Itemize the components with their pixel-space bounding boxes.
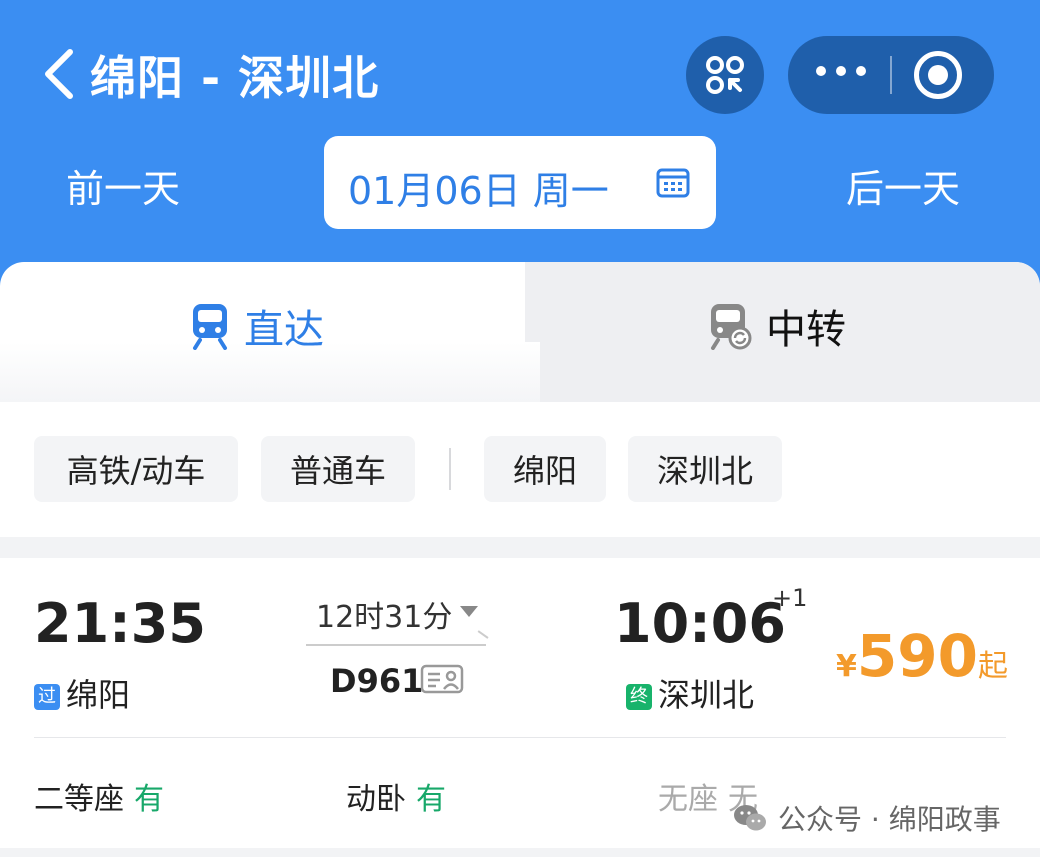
date-selector[interactable]: 01月06日 周一: [324, 136, 716, 229]
price-amount: 590: [856, 622, 978, 690]
tab-transfer-label: 中转: [766, 307, 846, 353]
filter-chip-arrival-station[interactable]: 深圳北: [628, 436, 782, 502]
tab-direct[interactable]: 直达: [190, 296, 324, 356]
departure-time: 21:35: [34, 592, 206, 655]
tab-direct-label: 直达: [244, 307, 324, 353]
filter-divider: [449, 448, 451, 490]
back-arrow-icon[interactable]: [40, 44, 80, 104]
capsule-divider: [890, 56, 892, 94]
close-miniprogram-icon[interactable]: [914, 51, 962, 99]
arrival-station-name: 深圳北: [658, 676, 755, 714]
price-suffix: 起: [977, 649, 1008, 684]
seat-type: 动卧: [346, 782, 406, 817]
tab-transfer[interactable]: 中转: [708, 296, 846, 356]
departure-station: 过绵阳: [34, 670, 130, 716]
seat-type: 二等座: [34, 782, 124, 817]
route-title: 绵阳 - 深圳北: [90, 51, 380, 105]
card-divider: [34, 737, 1006, 738]
scan-icon: [706, 56, 744, 94]
seat-type: 无座: [658, 782, 718, 817]
filter-bar: 高铁/动车 普通车 绵阳 深圳北: [0, 402, 1040, 537]
arrival-station: 终深圳北: [626, 670, 754, 716]
id-card-icon: [420, 664, 464, 694]
transfer-train-icon: [711, 304, 752, 350]
duration-line: [306, 644, 486, 646]
watermark: 公众号 · 绵阳政事: [732, 798, 1001, 838]
scan-button[interactable]: [686, 36, 764, 114]
miniprogram-capsule: [788, 36, 994, 114]
terminal-badge: 终: [626, 684, 652, 710]
departure-station-name: 绵阳: [66, 676, 131, 714]
seat-availability: 有: [134, 782, 164, 817]
seat-second-class: 二等座有: [34, 774, 164, 818]
trip-type-tabs: 直达 中转: [0, 262, 1040, 402]
train-icon: [193, 304, 227, 350]
currency-symbol: ¥: [836, 649, 857, 684]
train-number: D961: [330, 662, 424, 700]
header: 绵阳 - 深圳北 前一天 01月06日 周一 后一天: [0, 0, 1040, 300]
duration-dropdown-icon[interactable]: [460, 606, 478, 617]
next-day-indicator: +1: [772, 584, 808, 612]
arrival-time: 10:06: [614, 592, 786, 655]
filter-chip-departure-station[interactable]: 绵阳: [484, 436, 606, 502]
seat-availability: 有: [416, 782, 446, 817]
pass-through-badge: 过: [34, 684, 60, 710]
filter-chip-high-speed[interactable]: 高铁/动车: [34, 436, 238, 502]
next-day-button[interactable]: 后一天: [846, 158, 960, 213]
price: ¥590起: [836, 622, 1008, 690]
calendar-icon: [656, 168, 690, 198]
filter-chip-regular[interactable]: 普通车: [261, 436, 415, 502]
more-icon[interactable]: [816, 66, 866, 76]
prev-day-button[interactable]: 前一天: [66, 158, 180, 213]
seat-sleeper: 动卧有: [346, 774, 446, 818]
watermark-text: 公众号 · 绵阳政事: [778, 803, 1001, 836]
duration[interactable]: 12时31分: [316, 592, 452, 636]
date-text: 01月06日 周一: [348, 169, 609, 213]
wechat-icon: [734, 805, 766, 831]
